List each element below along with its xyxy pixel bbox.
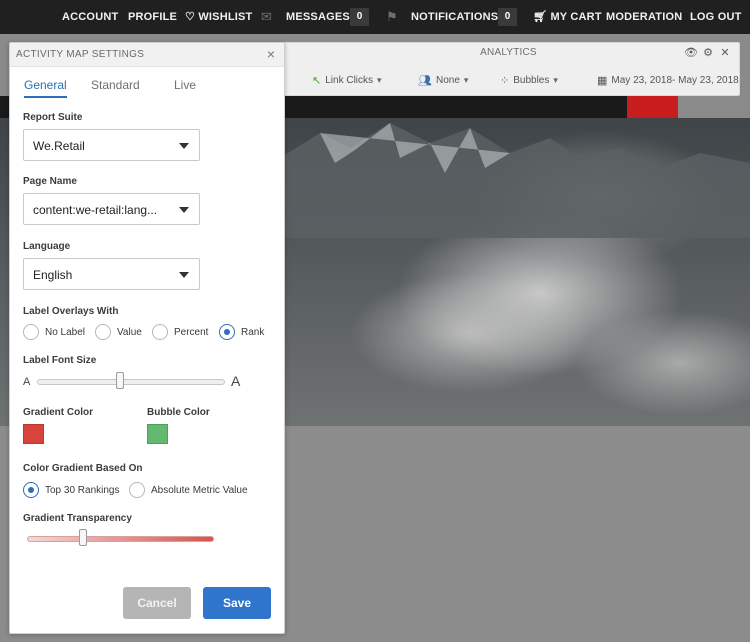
- label-font-size-label: Label Font Size: [23, 355, 97, 366]
- gradient-color-swatch[interactable]: [23, 424, 44, 444]
- messages-count-badge: 0: [350, 8, 369, 26]
- activity-map-settings-dialog: ACTIVITY MAP SETTINGS × General Standard…: [9, 42, 285, 634]
- gradient-transparency-label: Gradient Transparency: [23, 513, 132, 524]
- language-select[interactable]: English: [23, 258, 200, 290]
- search-button[interactable]: [627, 96, 678, 118]
- notifications-count-badge: 0: [498, 8, 517, 26]
- radio-top-30-rankings[interactable]: Top 30 Rankings: [23, 482, 120, 498]
- nav-cart[interactable]: 🛒︎ MY CART: [533, 0, 602, 34]
- radio-absolute-text: Absolute Metric Value: [151, 484, 248, 496]
- nav-notifications[interactable]: NOTIFICATIONS: [411, 0, 498, 34]
- report-suite-value: We.Retail: [33, 139, 85, 153]
- eye-icon[interactable]: 👁︎: [684, 46, 698, 60]
- dropdown-arrow-icon: [179, 143, 189, 149]
- dialog-header: ACTIVITY MAP SETTINGS ×: [10, 43, 284, 67]
- gradient-transparency-slider-thumb[interactable]: [79, 529, 88, 546]
- font-size-large-icon: A: [231, 373, 241, 389]
- font-size-slider[interactable]: [37, 379, 225, 385]
- close-icon[interactable]: ✕: [718, 46, 732, 60]
- bubbles-label: Bubbles: [513, 75, 550, 86]
- flag-icon: ⚑: [386, 9, 398, 24]
- radio-absolute-metric[interactable]: Absolute Metric Value: [129, 482, 248, 498]
- cancel-button[interactable]: Cancel: [123, 587, 191, 619]
- tab-live[interactable]: Live: [174, 78, 196, 92]
- mail-icon: ✉: [261, 9, 272, 24]
- bubbles-icon: ⁘: [500, 75, 510, 87]
- color-gradient-label: Color Gradient Based On: [23, 463, 143, 474]
- chevron-down-icon: ▾: [553, 75, 558, 85]
- cursor-icon: ↖: [312, 75, 322, 87]
- language-label: Language: [23, 241, 71, 252]
- radio-no-label-text: No Label: [45, 326, 86, 338]
- report-suite-select[interactable]: We.Retail: [23, 129, 200, 161]
- page-name-label: Page Name: [23, 176, 77, 187]
- bubble-color-label: Bubble Color: [147, 407, 210, 418]
- heart-icon: ♡: [185, 11, 196, 23]
- label-overlays-radio-group: No Label Value Percent Rank: [23, 324, 273, 340]
- radio-circle: [129, 482, 145, 498]
- bubbles-dropdown[interactable]: ⁘ Bubbles ▾: [500, 74, 558, 87]
- tab-general[interactable]: General: [24, 78, 67, 92]
- calendar-icon: ▦: [597, 75, 608, 87]
- save-button[interactable]: Save: [203, 587, 271, 619]
- analytics-panel: ANALYTICS 👁︎ ⚙ ✕ ↖ Link Clicks ▾ 👥︎ None…: [277, 42, 740, 96]
- label-overlays-label: Label Overlays With: [23, 306, 119, 317]
- radio-top-30-text: Top 30 Rankings: [45, 484, 120, 496]
- radio-percent-text: Percent: [174, 326, 209, 338]
- radio-value[interactable]: Value: [95, 324, 142, 340]
- color-gradient-radio-group: Top 30 Rankings Absolute Metric Value: [23, 482, 273, 498]
- gear-icon[interactable]: ⚙: [701, 46, 715, 60]
- dropdown-arrow-icon: [179, 207, 189, 213]
- report-suite-label: Report Suite: [23, 112, 83, 123]
- font-size-slider-thumb[interactable]: [115, 372, 124, 389]
- active-tab-indicator: [24, 96, 67, 98]
- segment-label: None: [435, 75, 460, 86]
- bubble-color-swatch[interactable]: [147, 424, 168, 444]
- close-icon[interactable]: ×: [264, 46, 278, 62]
- tab-standard[interactable]: Standard: [91, 78, 140, 92]
- radio-circle: [95, 324, 111, 340]
- dropdown-arrow-icon: [179, 272, 189, 278]
- chevron-down-icon: ▾: [377, 75, 382, 85]
- segment-dropdown[interactable]: 👥︎ None ▾: [418, 74, 468, 87]
- nav-profile[interactable]: PROFILE: [128, 0, 177, 34]
- nav-wishlist-label: WISHLIST: [198, 11, 253, 23]
- cart-icon: 🛒︎: [533, 11, 548, 23]
- radio-rank[interactable]: Rank: [219, 324, 264, 340]
- link-clicks-dropdown[interactable]: ↖ Link Clicks ▾: [312, 74, 382, 87]
- radio-circle: [23, 324, 39, 340]
- date-range-label: May 23, 2018- May 23, 2018: [611, 75, 739, 86]
- top-navigation: ACCOUNT PROFILE ♡ WISHLIST ✉ MESSAGES 0 …: [0, 0, 750, 34]
- radio-no-label[interactable]: No Label: [23, 324, 85, 340]
- nav-moderation[interactable]: MODERATION: [606, 0, 682, 34]
- date-range-picker[interactable]: ▦ May 23, 2018- May 23, 2018: [597, 74, 739, 87]
- gradient-transparency-slider[interactable]: [27, 536, 214, 542]
- analytics-title: ANALYTICS: [480, 47, 537, 58]
- page-name-select[interactable]: content:we-retail:lang...: [23, 193, 200, 225]
- dialog-title: ACTIVITY MAP SETTINGS: [16, 49, 145, 60]
- radio-circle: [152, 324, 168, 340]
- chevron-down-icon: ▾: [463, 75, 469, 85]
- nav-messages[interactable]: MESSAGES: [286, 0, 350, 34]
- radio-circle-selected: [23, 482, 39, 498]
- radio-value-text: Value: [117, 326, 142, 338]
- nav-wishlist[interactable]: ♡ WISHLIST: [185, 0, 252, 34]
- font-size-small-icon: A: [23, 376, 31, 388]
- radio-rank-text: Rank: [241, 326, 265, 338]
- radio-circle-selected: [219, 324, 235, 340]
- radio-percent[interactable]: Percent: [152, 324, 208, 340]
- nav-logout[interactable]: LOG OUT: [690, 0, 742, 34]
- mountain-ridge: [280, 123, 750, 238]
- language-value: English: [33, 268, 73, 282]
- gradient-color-label: Gradient Color: [23, 407, 94, 418]
- link-clicks-label: Link Clicks: [325, 75, 374, 86]
- page-name-value: content:we-retail:lang...: [33, 203, 158, 217]
- nav-account[interactable]: ACCOUNT: [62, 0, 118, 34]
- people-icon: 👥︎: [418, 75, 432, 87]
- nav-cart-label: MY CART: [550, 11, 602, 23]
